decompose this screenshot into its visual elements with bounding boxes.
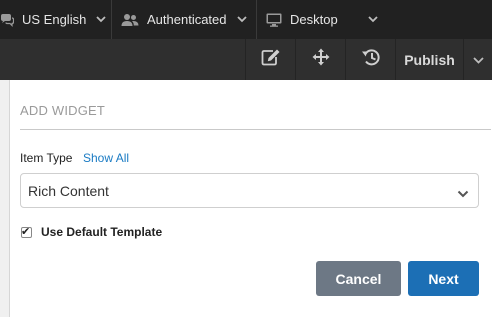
edit-icon — [261, 48, 281, 71]
side-strip — [0, 80, 10, 317]
language-selector[interactable]: US English — [0, 0, 112, 39]
device-label: Desktop — [290, 12, 338, 27]
role-label: Authenticated — [147, 12, 227, 27]
editor-toolbar: Publish — [0, 39, 492, 80]
item-type-label: Item Type — [20, 151, 73, 165]
users-icon — [121, 13, 139, 27]
move-icon — [312, 48, 330, 71]
history-icon — [361, 48, 381, 71]
comments-icon — [0, 13, 14, 27]
item-type-select[interactable]: Rich Content — [20, 173, 479, 208]
chevron-down-icon — [96, 16, 106, 23]
chevron-down-icon — [472, 51, 484, 69]
add-widget-panel: ADD WIDGET Item Type Show All Rich Conte… — [11, 80, 492, 317]
chevron-down-icon — [368, 16, 378, 23]
language-label: US English — [22, 12, 87, 27]
item-type-select-value: Rich Content — [28, 182, 109, 199]
panel-title: ADD WIDGET — [20, 103, 106, 118]
chevron-down-icon — [236, 16, 247, 23]
checkmark-icon: ✔ — [21, 225, 31, 238]
desktop-icon — [266, 13, 282, 27]
publish-button[interactable]: Publish — [395, 39, 463, 80]
role-selector[interactable]: Authenticated — [112, 0, 257, 39]
cancel-button[interactable]: Cancel — [316, 261, 401, 296]
move-button[interactable] — [295, 39, 345, 80]
use-default-template-row: ✔ Use Default Template — [21, 225, 162, 239]
next-button[interactable]: Next — [408, 261, 479, 296]
use-default-template-label[interactable]: Use Default Template — [41, 225, 162, 239]
use-default-template-checkbox[interactable]: ✔ — [21, 225, 32, 238]
publish-options-button[interactable] — [463, 39, 492, 80]
context-bar: US English Authenticated Desktop — [0, 0, 492, 39]
edit-button[interactable] — [245, 39, 295, 80]
history-button[interactable] — [345, 39, 395, 80]
chevron-down-icon — [457, 185, 469, 201]
device-selector[interactable]: Desktop — [257, 0, 378, 39]
show-all-link[interactable]: Show All — [83, 151, 129, 165]
divider — [20, 129, 491, 130]
